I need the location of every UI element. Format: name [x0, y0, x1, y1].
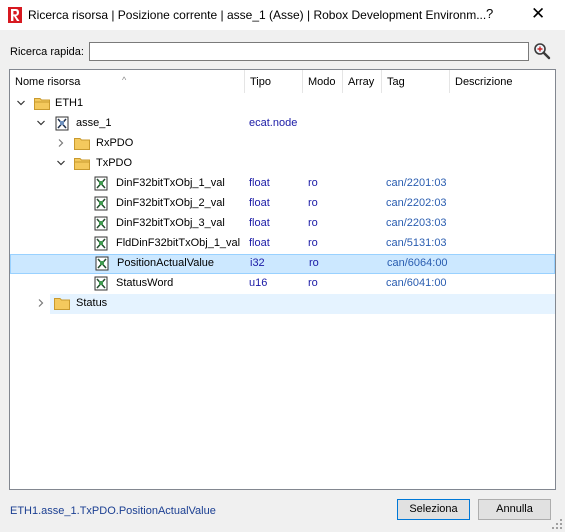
item-type: float [249, 217, 270, 229]
item-mode: ro [308, 197, 318, 209]
item-mode: ro [309, 257, 319, 269]
variable-icon [94, 236, 108, 251]
tree-row-item[interactable]: FldDinF32bitTxObj_1_val float ro can/513… [10, 234, 555, 254]
search-icon[interactable] [533, 42, 551, 60]
help-button[interactable]: ? [486, 6, 493, 21]
tree-row-asse1[interactable]: asse_1 ecat.node [10, 114, 555, 134]
tree-label-eth1: ETH1 [55, 97, 84, 109]
item-type: u16 [249, 277, 268, 289]
col-modo[interactable]: Modo [303, 70, 343, 93]
tree-label-status: Status [76, 297, 108, 309]
resize-grip-icon[interactable] [552, 519, 562, 529]
item-tag: can/6041:00 [386, 277, 447, 289]
cancel-button[interactable]: Annulla [478, 499, 551, 520]
item-name: DinF32bitTxObj_2_val [116, 197, 225, 209]
item-name: PositionActualValue [117, 257, 215, 269]
tree-row-eth1[interactable]: ETH1 [10, 94, 555, 114]
variable-icon [94, 176, 108, 191]
item-mode: ro [308, 217, 318, 229]
variable-icon [94, 216, 108, 231]
item-type: float [249, 177, 270, 189]
window-title: Ricerca risorsa | Posizione corrente | a… [28, 8, 487, 22]
item-tag: can/6064:00 [387, 257, 448, 269]
chevron-down-icon[interactable] [17, 99, 25, 107]
tree-row-item-selected[interactable]: PositionActualValue i32 ro can/6064:00 [10, 254, 555, 274]
item-name: StatusWord [116, 277, 174, 289]
col-tipo[interactable]: Tipo [245, 70, 303, 93]
tree-row-item[interactable]: DinF32bitTxObj_1_val float ro can/2201:0… [10, 174, 555, 194]
col-nome-risorsa[interactable]: Nome risorsa ^ [10, 70, 245, 93]
node-icon [55, 116, 69, 131]
tree-row-txpdo[interactable]: TxPDO [10, 154, 555, 174]
col-tag[interactable]: Tag [382, 70, 450, 93]
col-array[interactable]: Array [343, 70, 382, 93]
col-descrizione[interactable]: Descrizione [450, 70, 555, 93]
item-name: DinF32bitTxObj_3_val [116, 217, 225, 229]
tree-row-item[interactable]: StatusWord u16 ro can/6041:00 [10, 274, 555, 294]
item-name: DinF32bitTxObj_1_val [116, 177, 225, 189]
chevron-right-icon[interactable] [37, 299, 45, 307]
item-tag: can/2201:03 [386, 177, 447, 189]
item-tag: can/2202:03 [386, 197, 447, 209]
chevron-down-icon[interactable] [37, 119, 45, 127]
tree-type-asse1: ecat.node [249, 117, 298, 129]
selected-path: ETH1.asse_1.TxPDO.PositionActualValue [10, 505, 216, 517]
tree-row-item[interactable]: DinF32bitTxObj_3_val float ro can/2203:0… [10, 214, 555, 234]
select-button[interactable]: Seleziona [397, 499, 470, 520]
folder-icon [74, 138, 90, 150]
chevron-down-icon[interactable] [57, 159, 65, 167]
tree-row-status[interactable]: Status [10, 294, 555, 314]
variable-icon [95, 256, 109, 271]
folder-open-icon [74, 158, 90, 170]
tree-label-rxpdo: RxPDO [96, 137, 134, 149]
item-type: float [249, 237, 270, 249]
tree-label-asse1: asse_1 [76, 117, 112, 129]
folder-open-icon [34, 98, 50, 110]
item-tag: can/5131:03 [386, 237, 447, 249]
item-tag: can/2203:03 [386, 217, 447, 229]
tree-row-rxpdo[interactable]: RxPDO [10, 134, 555, 154]
item-name: FldDinF32bitTxObj_1_val [116, 237, 241, 249]
tree-row-item[interactable]: DinF32bitTxObj_2_val float ro can/2202:0… [10, 194, 555, 214]
item-type: i32 [250, 257, 265, 269]
variable-icon [94, 276, 108, 291]
item-mode: ro [308, 177, 318, 189]
sort-ascending-icon: ^ [122, 75, 127, 85]
title-bar: Ricerca risorsa | Posizione corrente | a… [0, 0, 565, 30]
row-hover-highlight [50, 294, 555, 314]
item-mode: ro [308, 237, 318, 249]
chevron-right-icon[interactable] [57, 139, 65, 147]
item-type: float [249, 197, 270, 209]
tree-label-txpdo: TxPDO [96, 157, 133, 169]
robox-app-icon [8, 7, 22, 23]
search-label: Ricerca rapida: [10, 46, 84, 58]
variable-icon [94, 196, 108, 211]
resource-tree[interactable]: Nome risorsa ^ Tipo Modo Array Tag Descr… [9, 69, 556, 490]
folder-icon [54, 298, 70, 310]
close-button[interactable]: ✕ [531, 4, 545, 24]
search-input[interactable] [89, 42, 529, 61]
column-header: Nome risorsa ^ Tipo Modo Array Tag Descr… [10, 70, 555, 93]
col-nome-risorsa-label: Nome risorsa [15, 76, 81, 88]
item-mode: ro [308, 277, 318, 289]
